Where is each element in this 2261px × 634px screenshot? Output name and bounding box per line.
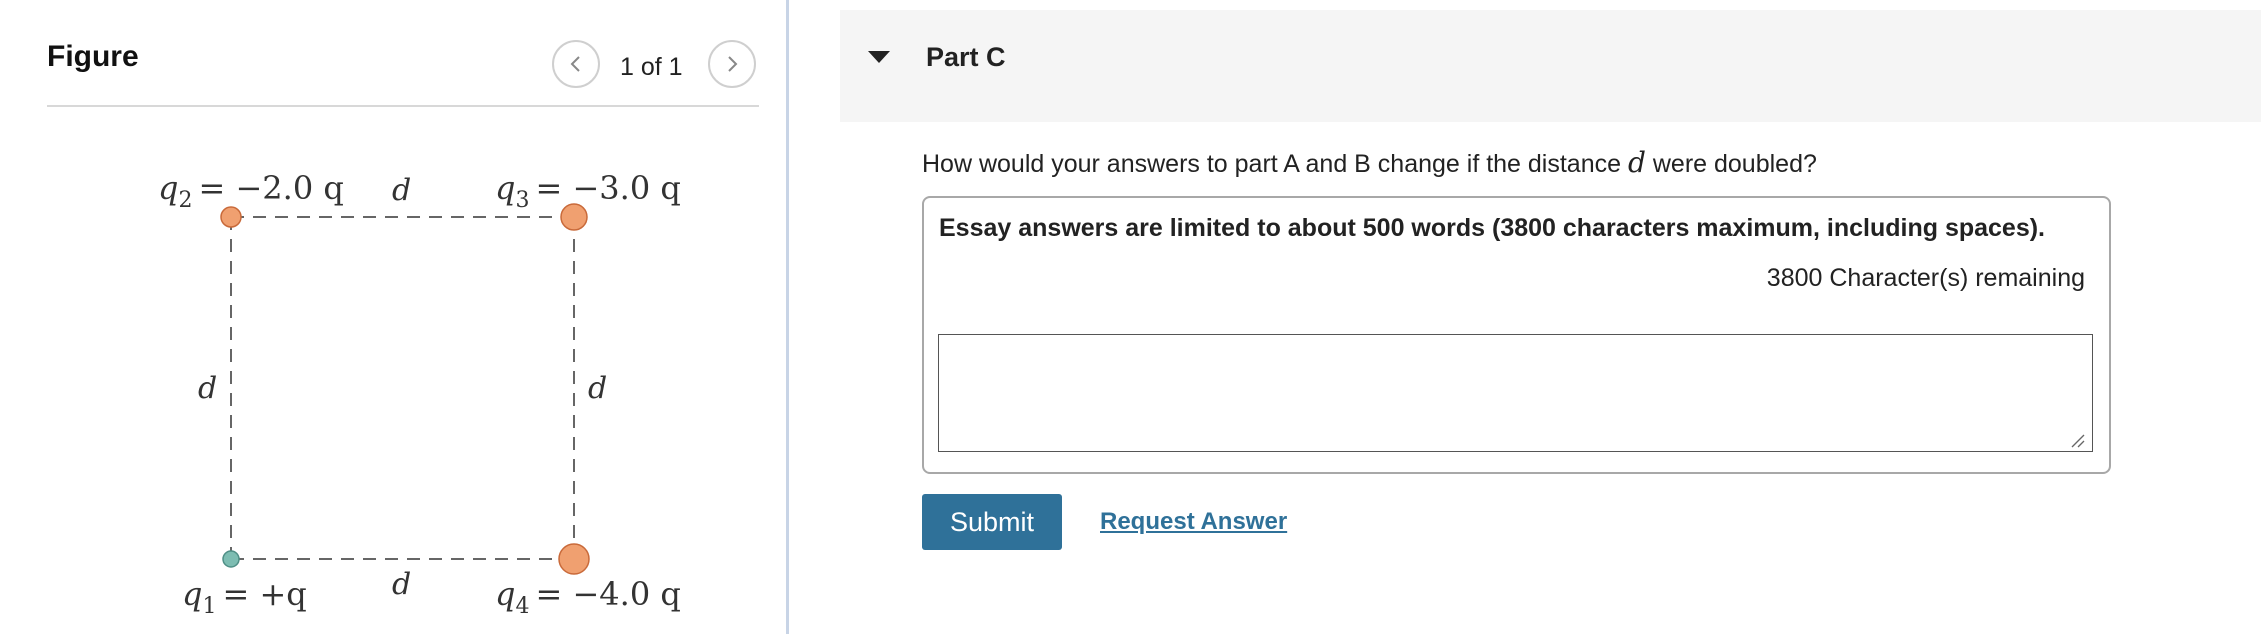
chevron-left-icon bbox=[570, 56, 580, 72]
figure-title: Figure bbox=[47, 40, 139, 73]
q2-label: q2 = −2.0 q bbox=[158, 169, 344, 213]
bottom-distance-label: d bbox=[392, 567, 411, 602]
previous-figure-button[interactable] bbox=[552, 40, 600, 88]
right-distance-label: d bbox=[588, 371, 607, 406]
essay-answer-box: Essay answers are limited to about 500 w… bbox=[922, 196, 2111, 474]
q3-label: q3 = −3.0 q bbox=[495, 169, 681, 213]
figure-divider bbox=[47, 105, 759, 107]
request-answer-link[interactable]: Request Answer bbox=[1100, 508, 1287, 536]
word-limit-notice: Essay answers are limited to about 500 w… bbox=[939, 214, 2046, 242]
page-indicator: 1 of 1 bbox=[620, 53, 683, 81]
part-header[interactable] bbox=[840, 10, 2261, 122]
submit-button[interactable]: Submit bbox=[922, 494, 1062, 550]
question-text: How would your answers to part A and B c… bbox=[922, 146, 1817, 179]
caret-down-icon[interactable] bbox=[868, 51, 890, 63]
charge-q3 bbox=[560, 203, 588, 231]
charge-q2 bbox=[220, 206, 242, 228]
left-distance-label: d bbox=[198, 371, 217, 406]
charge-q4 bbox=[558, 543, 590, 575]
part-title[interactable]: Part C bbox=[926, 42, 1006, 73]
charge-q1 bbox=[222, 550, 240, 568]
characters-remaining: 3800 Character(s) remaining bbox=[1766, 264, 2085, 292]
chevron-right-icon bbox=[728, 56, 738, 72]
figure-panel: Figure 1 of 1 q2 = −2.0 q q3 = −3.0 q q1… bbox=[0, 0, 786, 634]
resize-handle-icon[interactable] bbox=[2069, 432, 2085, 448]
q1-label: q1 = +q bbox=[182, 575, 307, 619]
essay-answer-input[interactable] bbox=[938, 334, 2093, 452]
charge-square-diagram: q2 = −2.0 q q3 = −3.0 q q1 = +q q4 = −4.0 q … bbox=[158, 169, 681, 619]
top-distance-label: d bbox=[392, 173, 411, 208]
next-figure-button[interactable] bbox=[708, 40, 756, 88]
q4-label: q4 = −4.0 q bbox=[495, 575, 681, 619]
panel-divider bbox=[786, 0, 789, 634]
